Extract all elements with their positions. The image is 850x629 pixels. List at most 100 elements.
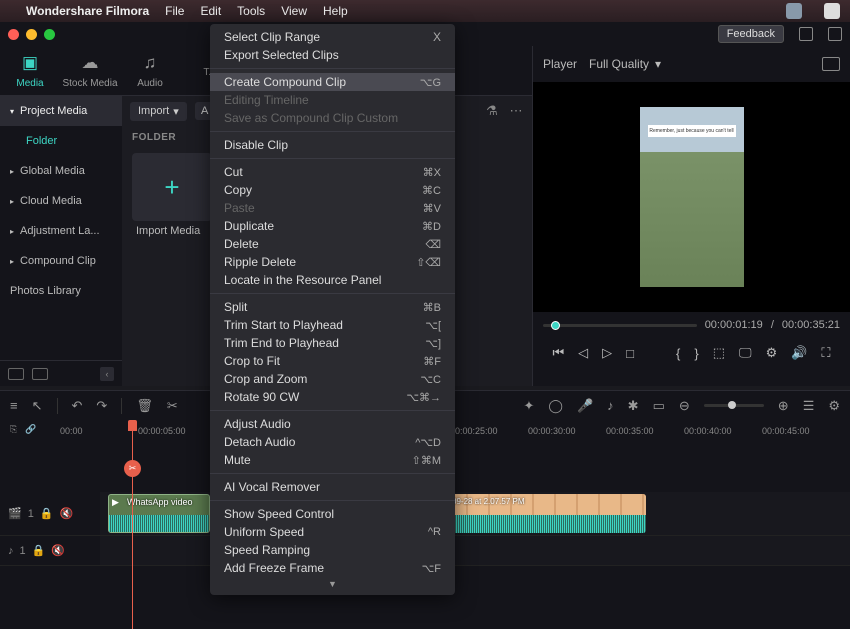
mic-icon[interactable]: 🎤 <box>577 398 593 414</box>
menu-edit[interactable]: Edit <box>200 4 221 18</box>
app-name[interactable]: Wondershare Filmora <box>26 4 149 18</box>
cm-speed-ramping[interactable]: Speed Ramping <box>210 541 455 559</box>
settings-icon[interactable]: ⚙ <box>766 345 778 361</box>
window-minimize-button[interactable] <box>26 29 37 40</box>
preview-viewport[interactable]: Remember, just because you can't tell <box>533 82 850 312</box>
ai-icon[interactable]: ✱ <box>628 398 639 414</box>
new-bin-icon[interactable] <box>32 368 48 380</box>
sidebar-item-project-media[interactable]: ▾ Project Media <box>0 96 122 126</box>
expand-icon[interactable] <box>828 27 842 41</box>
menu-tools[interactable]: Tools <box>237 4 265 18</box>
sidebar-item-compound-clip[interactable]: ▸ Compound Clip <box>0 246 122 276</box>
sidebar-item-photos-library[interactable]: Photos Library <box>0 276 122 306</box>
sidebar-item-folder[interactable]: Folder <box>0 126 122 156</box>
cm-rotate-90-cw[interactable]: Rotate 90 CW⌥⌘→ <box>210 388 455 406</box>
scrub-thumb[interactable] <box>551 321 560 330</box>
tab-media[interactable]: ▣ Media <box>0 53 60 89</box>
monitor-icon[interactable]: 🖵 <box>739 345 752 361</box>
cm-copy[interactable]: Copy⌘C <box>210 181 455 199</box>
mute-icon[interactable]: 🔇 <box>60 507 74 520</box>
cm-cut[interactable]: Cut⌘X <box>210 163 455 181</box>
zoom-out-icon[interactable]: ⊖ <box>679 398 690 414</box>
feedback-button[interactable]: Feedback <box>718 25 784 43</box>
sidebar-item-cloud-media[interactable]: ▸ Cloud Media <box>0 186 122 216</box>
playhead-scissors-icon[interactable] <box>124 460 141 477</box>
cm-ai-vocal-remover[interactable]: AI Vocal Remover <box>210 478 455 496</box>
import-dropdown[interactable]: Import ▾ <box>130 102 187 121</box>
tab-stock-media[interactable]: ☁ Stock Media <box>60 53 120 89</box>
cm-ripple-delete[interactable]: Ripple Delete⇧⌫ <box>210 253 455 271</box>
track-link-icon[interactable]: ⎘ <box>10 424 17 435</box>
delete-icon[interactable]: 🗑 <box>136 398 153 414</box>
import-media-tile[interactable]: + <box>132 153 212 221</box>
timeline-clip-2[interactable]: 09-28 at 2.07.57 PM <box>446 494 646 533</box>
scrub-track[interactable] <box>543 324 697 327</box>
fullscreen-icon[interactable]: ⛶ <box>821 345 830 361</box>
window-close-button[interactable] <box>8 29 19 40</box>
cm-mute[interactable]: Mute⇧⌘M <box>210 451 455 469</box>
cm-crop-zoom[interactable]: Crop and Zoom⌥C <box>210 370 455 388</box>
mark-in-icon[interactable]: { <box>676 346 680 361</box>
menu-icon[interactable]: ≡ <box>10 398 18 413</box>
undo-icon[interactable]: ↶ <box>72 398 83 414</box>
cm-trim-end[interactable]: Trim End to Playhead⌥] <box>210 334 455 352</box>
sidebar-item-adjustment[interactable]: ▸ Adjustment La... <box>0 216 122 246</box>
mark-out-icon[interactable]: } <box>694 346 698 361</box>
lock-icon[interactable]: 🔒 <box>32 544 46 557</box>
volume-icon[interactable]: 🔊 <box>791 345 807 361</box>
tab-audio[interactable]: ♫ Audio <box>120 53 180 89</box>
playhead[interactable] <box>132 420 133 629</box>
cm-crop-fit[interactable]: Crop to Fit⌘F <box>210 352 455 370</box>
play-icon[interactable]: ▷ <box>602 345 612 361</box>
mute-icon[interactable]: 🔇 <box>51 544 65 557</box>
cm-select-clip-range[interactable]: Select Clip RangeX <box>210 28 455 46</box>
collapse-sidebar-button[interactable]: ‹ <box>100 367 114 381</box>
timeline-clip-1[interactable]: ▶ WhatsApp video <box>108 494 210 533</box>
layout-icon[interactable] <box>799 27 813 41</box>
cm-adjust-audio[interactable]: Adjust Audio <box>210 415 455 433</box>
cm-create-compound-clip[interactable]: Create Compound Clip⌥G <box>210 73 455 91</box>
cm-disable-clip[interactable]: Disable Clip <box>210 136 455 154</box>
cut-icon[interactable]: ✂ <box>167 398 178 414</box>
more-icon[interactable]: ⋯ <box>508 103 524 119</box>
window-zoom-button[interactable] <box>44 29 55 40</box>
snapshot-icon[interactable] <box>822 57 840 71</box>
cm-duplicate[interactable]: Duplicate⌘D <box>210 217 455 235</box>
cursor-icon[interactable]: ↖ <box>32 398 43 414</box>
quality-dropdown[interactable]: Full Quality ▾ <box>589 57 661 71</box>
cm-show-speed-control[interactable]: Show Speed Control <box>210 505 455 523</box>
sidebar-item-global-media[interactable]: ▸ Global Media <box>0 156 122 186</box>
cm-locate-resource[interactable]: Locate in the Resource Panel <box>210 271 455 289</box>
link-icon[interactable]: 🔗 <box>25 424 36 435</box>
cm-split[interactable]: Split⌘B <box>210 298 455 316</box>
audio-track-icon[interactable]: ♪ <box>8 545 14 557</box>
menu-view[interactable]: View <box>281 4 307 18</box>
menu-help[interactable]: Help <box>323 4 348 18</box>
ratio-icon[interactable]: ⬚ <box>713 345 725 361</box>
view-list-icon[interactable]: ☰ <box>803 398 815 414</box>
cm-detach-audio[interactable]: Detach Audio^⌥D <box>210 433 455 451</box>
zoom-thumb[interactable] <box>728 401 736 409</box>
stop-icon[interactable]: □ <box>626 346 634 361</box>
tray-icon-app[interactable] <box>786 3 802 19</box>
view-settings-icon[interactable]: ⚙ <box>828 398 840 414</box>
menu-file[interactable]: File <box>165 4 184 18</box>
redo-icon[interactable]: ↷ <box>96 398 107 414</box>
video-track-icon[interactable]: 🎬 <box>8 507 22 520</box>
lock-icon[interactable]: 🔒 <box>40 507 54 520</box>
cm-export-selected[interactable]: Export Selected Clips <box>210 46 455 64</box>
prev-frame-icon[interactable]: ⏮ <box>552 345 564 361</box>
cm-more-indicator[interactable]: ▼ <box>210 577 455 591</box>
cm-uniform-speed[interactable]: Uniform Speed^R <box>210 523 455 541</box>
new-folder-icon[interactable] <box>8 368 24 380</box>
step-back-icon[interactable]: ◁ <box>578 345 588 361</box>
playhead-cap[interactable] <box>128 420 137 431</box>
music-icon[interactable]: ♪ <box>607 398 614 413</box>
zoom-in-icon[interactable]: ⊕ <box>778 398 789 414</box>
filter-icon[interactable]: ⚗ <box>484 103 500 119</box>
zoom-slider[interactable] <box>704 404 764 407</box>
marker-icon[interactable]: ▭ <box>653 398 665 414</box>
cm-delete[interactable]: Delete⌫ <box>210 235 455 253</box>
cm-trim-start[interactable]: Trim Start to Playhead⌥[ <box>210 316 455 334</box>
effect-icon[interactable]: ✦ <box>524 398 535 414</box>
